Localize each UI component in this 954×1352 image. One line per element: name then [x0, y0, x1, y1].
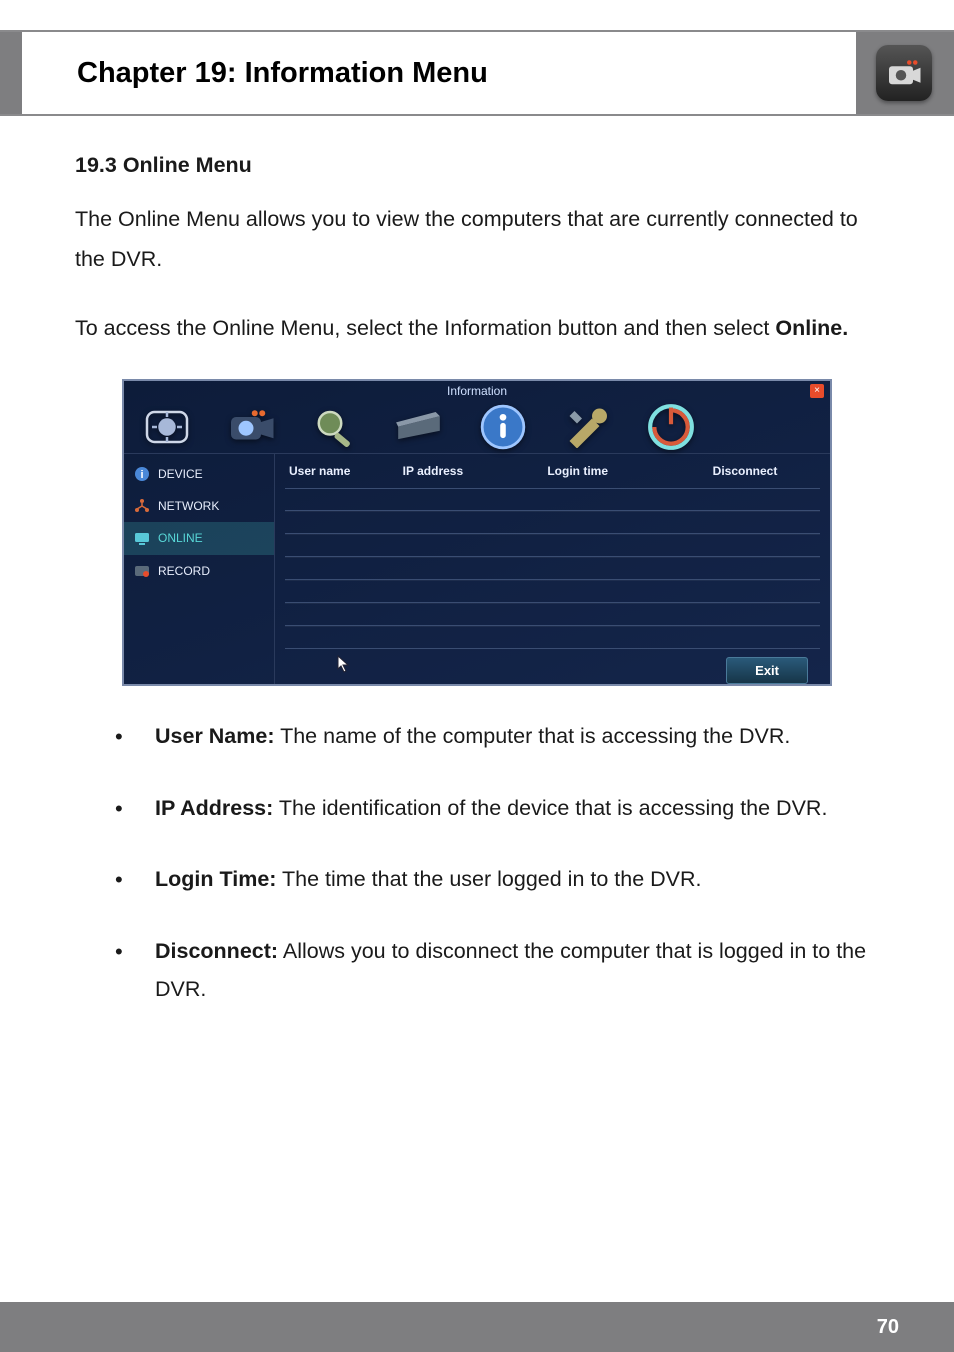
tools-icon[interactable]: [562, 408, 612, 446]
table-header-row: User name IP address Login time Disconne…: [275, 454, 830, 488]
chapter-title: Chapter 19: Information Menu: [77, 57, 488, 90]
access-paragraph-text: To access the Online Menu, select the In…: [75, 316, 775, 340]
sidebar-item-record[interactable]: RECORD: [124, 555, 274, 587]
chapter-header-bar: Chapter 19: Information Menu: [0, 30, 954, 116]
window-footer: Exit: [275, 657, 830, 684]
definition-item: Login Time: The time that the user logge…: [115, 861, 879, 899]
definition-item: Disconnect: Allows you to disconnect the…: [115, 933, 879, 1008]
definitions-list: User Name: The name of the computer that…: [75, 718, 879, 1008]
table-row[interactable]: [285, 603, 820, 626]
page-footer: 70: [0, 1302, 954, 1352]
mouse-cursor-icon: [337, 655, 351, 673]
intro-paragraph: The Online Menu allows you to view the c…: [75, 200, 879, 280]
definition-desc: The identification of the device that is…: [273, 796, 827, 820]
sidebar-item-label: DEVICE: [158, 463, 203, 485]
network-nodes-icon: [134, 498, 150, 514]
access-paragraph: To access the Online Menu, select the In…: [75, 309, 879, 349]
table-row[interactable]: [285, 488, 820, 511]
table-rows: [275, 488, 830, 649]
cursor-area: [275, 649, 830, 657]
definition-desc: The time that the user logged in to the …: [276, 867, 701, 891]
sidebar-item-device[interactable]: i DEVICE: [124, 458, 274, 490]
search-icon[interactable]: [310, 408, 360, 446]
monitor-icon: [134, 531, 150, 547]
col-ipaddress: IP address: [403, 460, 548, 482]
chapter-title-wrap: Chapter 19: Information Menu: [22, 32, 856, 114]
power-icon[interactable]: [646, 408, 696, 446]
definition-item: User Name: The name of the computer that…: [115, 718, 879, 756]
svg-text:i: i: [140, 469, 143, 481]
page-content: 19.3 Online Menu The Online Menu allows …: [0, 116, 954, 1008]
col-disconnect: Disconnect: [713, 460, 816, 482]
sidebar: i DEVICE NETWORK ONLINE RECORD: [124, 454, 275, 684]
sidebar-item-label: ONLINE: [158, 527, 203, 549]
sidebar-item-network[interactable]: NETWORK: [124, 490, 274, 522]
information-window: Information ×: [122, 379, 832, 686]
definition-term: IP Address:: [155, 796, 273, 820]
sidebar-item-label: NETWORK: [158, 495, 219, 517]
col-logintime: Login time: [547, 460, 712, 482]
exit-button[interactable]: Exit: [726, 657, 808, 684]
col-username: User name: [289, 460, 403, 482]
main-panel: User name IP address Login time Disconne…: [275, 454, 830, 684]
window-body: i DEVICE NETWORK ONLINE RECORD User name IP …: [124, 454, 830, 684]
definition-desc: The name of the computer that is accessi…: [275, 724, 791, 748]
access-paragraph-bold: Online.: [775, 316, 848, 340]
definition-term: User Name:: [155, 724, 275, 748]
definition-item: IP Address: The identification of the de…: [115, 790, 879, 828]
table-row[interactable]: [285, 626, 820, 649]
toolbar: [124, 401, 830, 454]
window-title: Information: [447, 380, 507, 402]
section-heading: 19.3 Online Menu: [75, 146, 879, 186]
close-icon[interactable]: ×: [810, 384, 824, 398]
drive-icon[interactable]: [394, 408, 444, 446]
page-number: 70: [877, 1316, 899, 1339]
screenshot-figure: Information ×: [122, 379, 832, 686]
definition-term: Disconnect:: [155, 939, 278, 963]
table-row[interactable]: [285, 580, 820, 603]
camera-toolbar-icon[interactable]: [226, 408, 276, 446]
window-titlebar: Information ×: [124, 381, 830, 401]
camera-icon: [876, 45, 932, 101]
settings-icon[interactable]: [142, 408, 192, 446]
info-icon[interactable]: [478, 408, 528, 446]
sidebar-item-label: RECORD: [158, 560, 210, 582]
table-row[interactable]: [285, 557, 820, 580]
table-row[interactable]: [285, 534, 820, 557]
record-dot-icon: [134, 563, 150, 579]
definition-term: Login Time:: [155, 867, 276, 891]
table-row[interactable]: [285, 511, 820, 534]
sidebar-item-online[interactable]: ONLINE: [124, 522, 274, 554]
document-page: Chapter 19: Information Menu 19.3 Online…: [0, 0, 954, 1352]
info-circle-icon: i: [134, 466, 150, 482]
